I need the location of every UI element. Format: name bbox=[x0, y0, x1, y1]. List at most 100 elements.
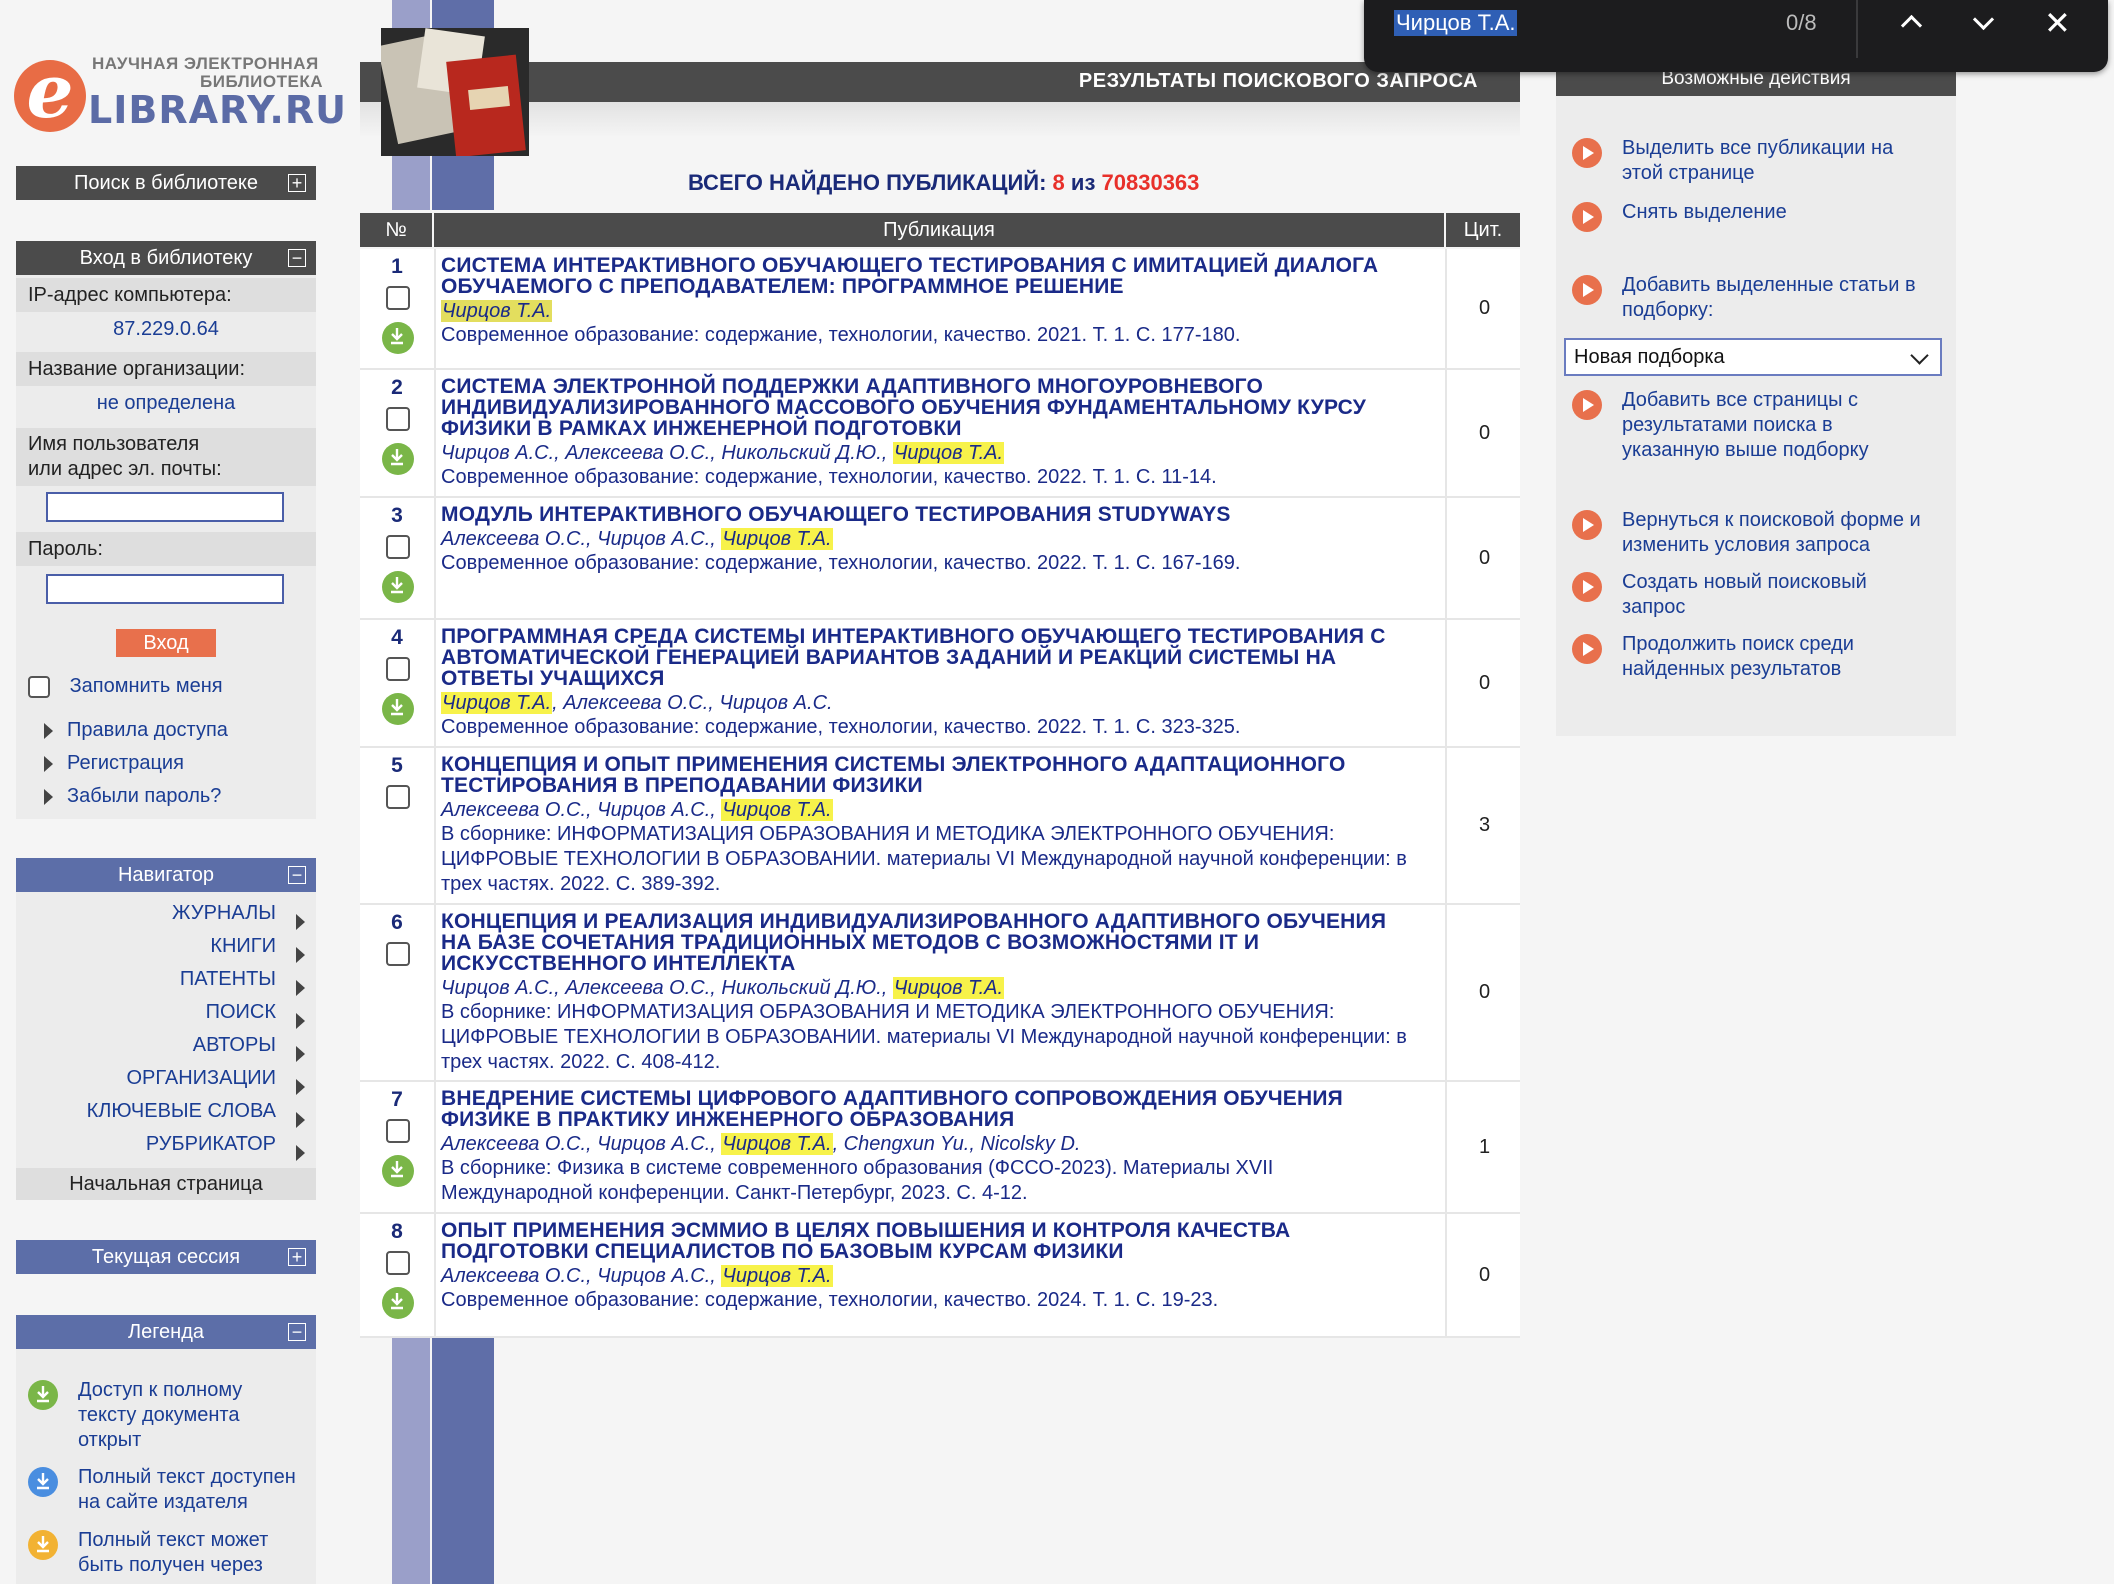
citations-count[interactable]: 0 bbox=[1445, 905, 1522, 1080]
publication-source[interactable]: Современное образование: содержание, тех… bbox=[441, 1288, 1441, 1313]
collapse-icon[interactable]: − bbox=[288, 249, 306, 267]
row-checkbox[interactable] bbox=[386, 785, 410, 809]
logo-line-3: LIBRARY.RU bbox=[88, 88, 347, 132]
nav-item-books[interactable]: КНИГИ bbox=[16, 930, 276, 963]
search-highlight[interactable]: Чирцов Т.А. bbox=[892, 977, 1005, 999]
publication-source[interactable]: В сборнике: ИНФОРМАТИЗАЦИЯ ОБРАЗОВАНИЯ И… bbox=[441, 1000, 1441, 1075]
search-highlight[interactable]: Чирцов Т.А. bbox=[892, 442, 1005, 464]
download-green-icon[interactable] bbox=[382, 1155, 414, 1187]
row-checkbox[interactable] bbox=[386, 657, 410, 681]
remember-me[interactable]: Запомнить меня bbox=[28, 675, 223, 698]
download-green-icon[interactable] bbox=[382, 571, 414, 603]
triangle-right-icon bbox=[296, 1078, 305, 1095]
download-green-icon[interactable] bbox=[382, 322, 414, 354]
download-green-icon[interactable] bbox=[382, 443, 414, 475]
nav-item-journals[interactable]: ЖУРНАЛЫ bbox=[16, 897, 276, 930]
publication-title[interactable]: ОПЫТ ПРИМЕНЕНИЯ ЭСММИО В ЦЕЛЯХ ПОВЫШЕНИЯ… bbox=[441, 1220, 1441, 1262]
access-rules-link[interactable]: Правила доступа bbox=[44, 714, 228, 747]
collapse-icon[interactable]: − bbox=[288, 866, 306, 884]
nav-item-search[interactable]: ПОИСК bbox=[16, 996, 276, 1029]
username-input[interactable] bbox=[46, 492, 284, 522]
download-green-icon[interactable] bbox=[382, 693, 414, 725]
publication-title[interactable]: СИСТЕМА ЭЛЕКТРОННОЙ ПОДДЕРЖКИ АДАПТИВНОГ… bbox=[441, 376, 1441, 439]
publication-source-line: Современное образование: содержание, тех… bbox=[441, 324, 1241, 346]
elibrary-logo[interactable]: e НАУЧНАЯ ЭЛЕКТРОННАЯ БИБЛИОТЕКА LIBRARY… bbox=[14, 52, 346, 132]
collection-select[interactable]: Новая подборка bbox=[1564, 338, 1942, 376]
citations-count[interactable]: 3 bbox=[1445, 748, 1522, 903]
publication-title[interactable]: ПРОГРАММНАЯ СРЕДА СИСТЕМЫ ИНТЕРАКТИВНОГО… bbox=[441, 626, 1441, 689]
home-page-link[interactable]: Начальная страница bbox=[16, 1168, 316, 1200]
publication-cell: КОНЦЕПЦИЯ И ОПЫТ ПРИМЕНЕНИЯ СИСТЕМЫ ЭЛЕК… bbox=[441, 754, 1441, 897]
publication-source[interactable]: Современное образование: содержание, тех… bbox=[441, 551, 1441, 576]
publication-source[interactable]: В сборнике: ИНФОРМАТИЗАЦИЯ ОБРАЗОВАНИЯ И… bbox=[441, 822, 1441, 897]
publication-source-line: Современное образование: содержание, тех… bbox=[441, 466, 1217, 488]
chevron-down-icon[interactable] bbox=[1972, 8, 1995, 31]
search-highlight[interactable]: Чирцов Т.А. bbox=[721, 799, 833, 821]
search-highlight[interactable]: Чирцов Т.А. bbox=[721, 1265, 833, 1287]
search-library-header[interactable]: Поиск в библиотеке + bbox=[16, 166, 316, 200]
publication-title-line: ИСКУССТВЕННОГО ИНТЕЛЛЕКТА bbox=[441, 952, 796, 975]
col-citations-header: Цит. bbox=[1446, 213, 1520, 247]
expand-icon[interactable]: + bbox=[288, 174, 306, 192]
total-found: ВСЕГО НАЙДЕНО ПУБЛИКАЦИЙ: 8 из 70830363 bbox=[688, 170, 1199, 196]
publication-source[interactable]: Современное образование: содержание, тех… bbox=[441, 323, 1441, 348]
close-icon[interactable]: ✕ bbox=[2044, 4, 2071, 42]
publication-source-line: В сборнике: ИНФОРМАТИЗАЦИЯ ОБРАЗОВАНИЯ И… bbox=[441, 1001, 1335, 1023]
collapse-icon[interactable]: − bbox=[288, 1323, 306, 1341]
citations-count[interactable]: 1 bbox=[1445, 1082, 1522, 1212]
row-checkbox[interactable] bbox=[386, 535, 410, 559]
navigator-header[interactable]: Навигатор − bbox=[16, 858, 316, 892]
publication-title-line: ИНДИВИДУАЛИЗИРОВАННОГО МАССОВОГО ОБУЧЕНИ… bbox=[441, 396, 1366, 419]
publication-authors: Алексеева О.С., Чирцов А.С., Чирцов Т.А. bbox=[441, 1265, 833, 1287]
search-highlight[interactable]: Чирцов Т.А. bbox=[441, 300, 553, 322]
total-all: 70830363 bbox=[1101, 170, 1200, 195]
nav-item-keywords[interactable]: КЛЮЧЕВЫЕ СЛОВА bbox=[16, 1095, 276, 1128]
password-input[interactable] bbox=[46, 574, 284, 604]
search-highlight[interactable]: Чирцов Т.А. bbox=[721, 528, 833, 550]
session-header[interactable]: Текущая сессия + bbox=[16, 1240, 316, 1274]
publication-authors: Чирцов Т.А. bbox=[441, 299, 1441, 323]
nav-item-organizations[interactable]: ОРГАНИЗАЦИИ bbox=[16, 1062, 276, 1095]
row-checkbox[interactable] bbox=[386, 942, 410, 966]
chevron-up-icon[interactable] bbox=[1900, 14, 1923, 37]
publication-title[interactable]: КОНЦЕПЦИЯ И ОПЫТ ПРИМЕНЕНИЯ СИСТЕМЫ ЭЛЕК… bbox=[441, 754, 1441, 796]
publication-source[interactable]: Современное образование: содержание, тех… bbox=[441, 715, 1441, 740]
find-query-input[interactable]: Чирцов Т.А. bbox=[1394, 10, 1518, 36]
login-header[interactable]: Вход в библиотеку − bbox=[16, 241, 316, 275]
row-checkbox[interactable] bbox=[386, 1119, 410, 1143]
publication-title-line: СИСТЕМА ЭЛЕКТРОННОЙ ПОДДЕРЖКИ АДАПТИВНОГ… bbox=[441, 375, 1263, 398]
legend-header[interactable]: Легенда − bbox=[16, 1315, 316, 1349]
nav-item-authors[interactable]: АВТОРЫ bbox=[16, 1029, 276, 1062]
forgot-password-link[interactable]: Забыли пароль? bbox=[44, 780, 228, 813]
publication-source[interactable]: Современное образование: содержание, тех… bbox=[441, 465, 1441, 490]
decor-stripe-dark-bottom bbox=[432, 1338, 494, 1584]
publication-title-line: ВНЕДРЕНИЕ СИСТЕМЫ ЦИФРОВОГО АДАПТИВНОГО … bbox=[441, 1087, 1343, 1110]
username-label-line-1: Имя пользователя bbox=[28, 433, 200, 455]
citations-count[interactable]: 0 bbox=[1445, 620, 1522, 746]
publication-source[interactable]: В сборнике: Физика в системе современног… bbox=[441, 1156, 1441, 1206]
search-highlight[interactable]: Чирцов Т.А. bbox=[441, 692, 553, 714]
publication-title[interactable]: МОДУЛЬ ИНТЕРАКТИВНОГО ОБУЧАЮЩЕГО ТЕСТИРО… bbox=[441, 504, 1441, 525]
download-green-icon[interactable] bbox=[382, 1287, 414, 1319]
row-checkbox[interactable] bbox=[386, 1251, 410, 1275]
row-checkbox[interactable] bbox=[386, 286, 410, 310]
citations-count[interactable]: 0 bbox=[1445, 1214, 1522, 1336]
publication-source-line: Современное образование: содержание, тех… bbox=[441, 552, 1241, 574]
row-number: 6 bbox=[391, 911, 403, 934]
nav-item-rubricator[interactable]: РУБРИКАТОР bbox=[16, 1128, 276, 1161]
table-row: 3 МОДУЛЬ ИНТЕРАКТИВНОГО ОБУЧАЮЩЕГО ТЕСТИ… bbox=[360, 498, 1520, 620]
search-highlight[interactable]: Чирцов Т.А. bbox=[721, 1133, 833, 1155]
citations-count[interactable]: 0 bbox=[1445, 249, 1522, 368]
nav-item-patents[interactable]: ПАТЕНТЫ bbox=[16, 963, 276, 996]
expand-icon[interactable]: + bbox=[288, 1248, 306, 1266]
publication-title[interactable]: КОНЦЕПЦИЯ И РЕАЛИЗАЦИЯ ИНДИВИДУАЛИЗИРОВА… bbox=[441, 911, 1441, 974]
remember-me-checkbox[interactable] bbox=[28, 675, 50, 698]
ip-label: IP-адрес компьютера: bbox=[16, 278, 316, 312]
publication-title[interactable]: ВНЕДРЕНИЕ СИСТЕМЫ ЦИФРОВОГО АДАПТИВНОГО … bbox=[441, 1088, 1441, 1130]
row-checkbox[interactable] bbox=[386, 407, 410, 431]
login-button[interactable]: Вход bbox=[116, 629, 216, 657]
publication-title[interactable]: СИСТЕМА ИНТЕРАКТИВНОГО ОБУЧАЮЩЕГО ТЕСТИР… bbox=[441, 255, 1441, 297]
registration-link[interactable]: Регистрация bbox=[44, 747, 228, 780]
citations-count[interactable]: 0 bbox=[1445, 498, 1522, 618]
citations-count[interactable]: 0 bbox=[1445, 370, 1522, 496]
